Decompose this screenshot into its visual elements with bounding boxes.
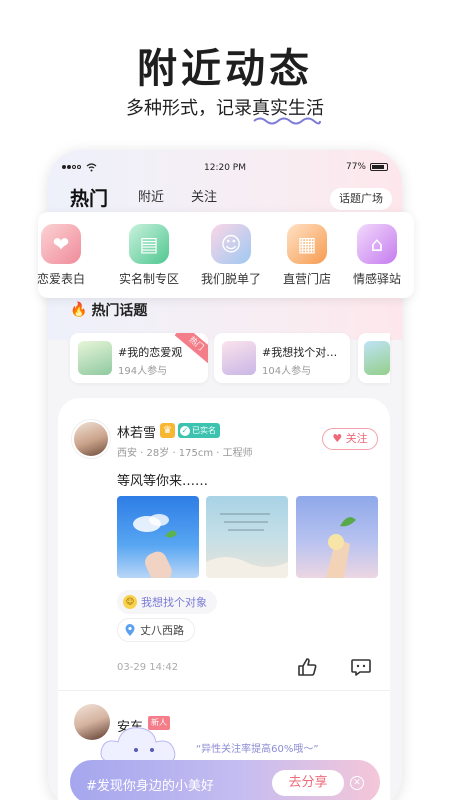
battery-icon (370, 163, 388, 171)
verified-label: 已实名 (192, 426, 216, 435)
category-direct-stores[interactable]: ▦ 直营门店 (272, 224, 342, 287)
location-pin-icon (125, 624, 135, 636)
post-time: 03-29 14:42 (117, 662, 179, 673)
wavy-underline-icon (253, 117, 321, 125)
category-label: 情感驿站 (352, 272, 401, 286)
topic-card[interactable]: #我的恋爱观 194人参与 热门 (70, 333, 208, 383)
feed-divider (58, 690, 390, 691)
post-location[interactable]: 丈八西路 (117, 618, 195, 642)
hot-topics-label: 热门话题 (91, 303, 148, 319)
category-we-are-couple[interactable]: ☺ 我们脱单了 (196, 224, 266, 287)
topic-count: 194人参与 (118, 366, 168, 377)
photo-bouquet (326, 517, 356, 578)
fire-icon: 🔥 (70, 302, 88, 318)
topic-count: 104人参与 (262, 366, 312, 377)
category-label: 实名制专区 (118, 272, 179, 286)
store-icon: ▦ (287, 224, 327, 264)
category-emotion-station[interactable]: ⌂ 情感驿站 (342, 224, 412, 287)
follow-label: 关注 (345, 432, 368, 445)
status-time: 12:20 PM (204, 163, 246, 173)
topic-card[interactable]: #我想找个对… 104人参与 (214, 333, 350, 383)
promo-headline: 附近动态 (137, 46, 313, 92)
tab-nearby[interactable]: 附近 (138, 186, 164, 205)
category-label: 直营门店 (282, 272, 331, 286)
verified-badge: ✓ 已实名 (178, 423, 220, 438)
category-label: 恋爱表白 (36, 272, 85, 286)
post-text: 等风等你来…… (117, 474, 209, 489)
category-label: 我们脱单了 (200, 272, 261, 286)
post-tag[interactable]: ☺ 我想找个对象 (117, 590, 217, 614)
share-prompt: #发现你身边的小美好 (86, 779, 214, 794)
post-photo-2[interactable] (206, 496, 288, 578)
like-thumb-icon[interactable] (296, 656, 318, 678)
topic-thumbnail (222, 341, 256, 375)
topic-title: #我的恋爱观 (118, 346, 183, 359)
tab-following[interactable]: 关注 (191, 186, 217, 205)
topic-thumbnail (78, 341, 112, 375)
tab-hot[interactable]: 热门 (70, 184, 108, 211)
topic-thumbnail (364, 341, 390, 375)
category-real-name-zone[interactable]: ▤ 实名制专区 (114, 224, 184, 287)
battery-percent: 77% (345, 162, 366, 172)
share-button[interactable]: 去分享 (272, 770, 344, 796)
avatar[interactable] (72, 420, 110, 458)
promo-subtitle: 多种形式，记录真实生活 (0, 94, 450, 120)
status-bar: 12:20 PM 77% (62, 162, 388, 178)
photo-hand-leaf (133, 514, 177, 578)
heart-icon: ♥ (332, 432, 343, 445)
home-heart-icon: ⌂ (357, 224, 397, 264)
post-photo-3[interactable] (296, 496, 378, 578)
check-icon: ✓ (180, 425, 190, 436)
close-icon[interactable]: ✕ (350, 776, 364, 790)
id-card-icon: ▤ (129, 224, 169, 264)
promo-subtitle-prefix: 多种形式，记录 (126, 98, 252, 119)
post-user-name[interactable]: 林若雪 (117, 422, 156, 441)
topic-square-button[interactable]: 话题广场 (330, 188, 392, 210)
couple-icon: ☺ (211, 224, 251, 264)
couple-hearts-icon: ❤ (41, 224, 81, 264)
follow-button[interactable]: ♥ 关注 (322, 428, 378, 450)
vip-crown-icon: ♛ (160, 423, 175, 438)
post-user-meta: 西安 · 28岁 · 175cm · 工程师 (117, 448, 253, 459)
topic-card-partial[interactable] (358, 333, 390, 383)
post-tag-label: 我想找个对象 (141, 596, 207, 609)
category-strip: ❤ 恋爱表白 ▤ 实名制专区 ☺ 我们脱单了 ▦ 直营门店 ⌂ 情感驿站 (37, 212, 414, 298)
share-promo-text: “异性关注率提高60%哦～” (196, 744, 319, 755)
photo-handwriting (206, 513, 288, 578)
comment-icon[interactable] (350, 656, 372, 678)
post-location-label: 丈八西路 (140, 624, 184, 637)
hot-topics-title: 🔥 热门话题 (70, 300, 147, 320)
post-photo-1[interactable] (117, 496, 199, 578)
smile-icon: ☺ (123, 595, 137, 609)
category-love-confession[interactable]: ❤ 恋爱表白 (26, 224, 96, 287)
topic-title: #我想找个对… (262, 346, 338, 359)
